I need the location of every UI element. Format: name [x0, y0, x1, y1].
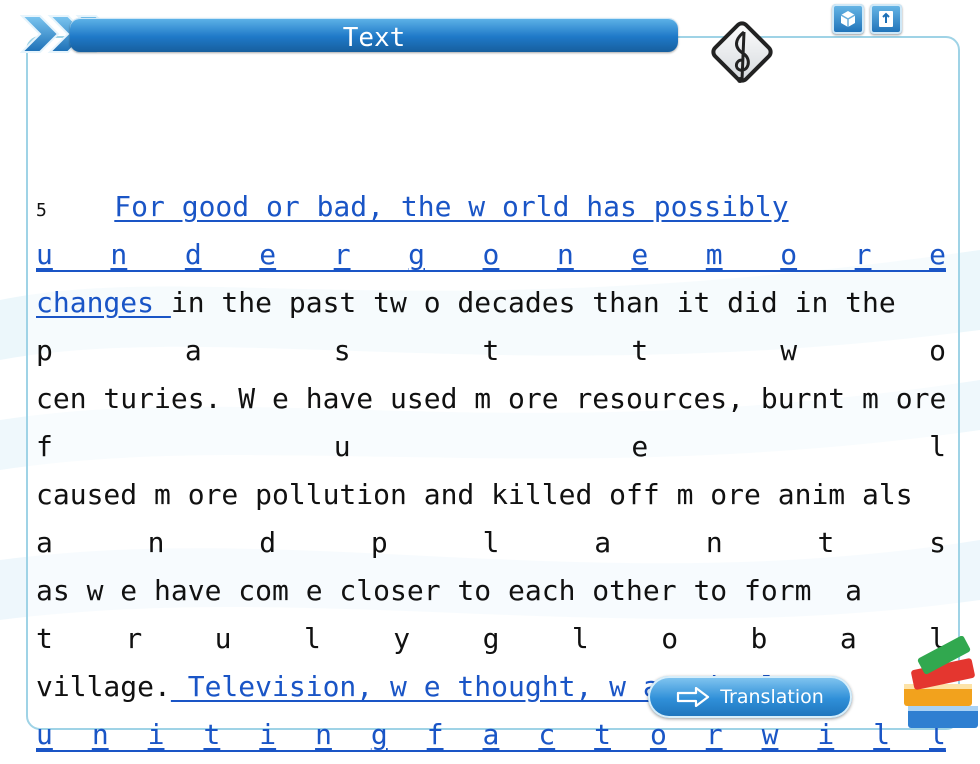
passage-line: fuel — [36, 428, 946, 476]
justified-letter: r — [125, 622, 143, 655]
justified-letter: o — [780, 238, 798, 271]
justified-letter: g — [370, 718, 388, 751]
justified-letter: e — [259, 238, 277, 271]
justified-letter: o — [649, 718, 667, 751]
justified-letter: n — [147, 526, 165, 559]
passage-line: cen turies. W e have used m ore resource… — [36, 380, 946, 428]
justified-letter: l — [571, 622, 589, 655]
justified-letter: w — [761, 718, 779, 751]
justified-letter: o — [661, 622, 679, 655]
justified-letter: d — [259, 526, 277, 559]
justified-letter: o — [482, 238, 500, 271]
passage-line: unitingfactorwill — [36, 716, 946, 764]
cube-icon[interactable] — [832, 4, 864, 34]
justified-letter: u — [36, 238, 53, 271]
justified-letter: s — [333, 334, 351, 367]
justified-letter: m — [705, 238, 723, 271]
justified-letter: s — [929, 526, 946, 559]
justified-letter: u — [214, 622, 232, 655]
top-toolbar — [832, 4, 902, 34]
justified-letter: t — [631, 334, 649, 367]
justified-letter: d — [184, 238, 202, 271]
passage-line: pasttwo — [36, 332, 946, 380]
justified-letter: f — [36, 430, 53, 463]
arrow-right-icon — [677, 687, 710, 707]
justified-letter: b — [750, 622, 768, 655]
justified-letter: y — [393, 622, 411, 655]
justified-letter: n — [556, 238, 574, 271]
text-segment: as w e have com e closer to each other t… — [36, 574, 863, 607]
text-segment: in the past tw o decades than it did in … — [170, 286, 896, 319]
justified-letter: p — [36, 334, 53, 367]
justified-letter: l — [873, 718, 891, 751]
justified-letter: g — [482, 622, 500, 655]
justified-letter: r — [854, 238, 872, 271]
justified-letter: u — [36, 718, 53, 751]
justified-letter: i — [259, 718, 277, 751]
justified-letter: e — [631, 238, 649, 271]
justified-letter: a — [482, 718, 500, 751]
justified-letter: a — [594, 526, 612, 559]
justified-letter: w — [780, 334, 798, 367]
text-segment: cen turies. W e have used m ore resource… — [36, 382, 947, 415]
justified-letter: f — [426, 718, 444, 751]
justified-letter: r — [333, 238, 351, 271]
text-segment: village. — [36, 670, 171, 703]
music-clef-icon[interactable] — [704, 14, 780, 98]
justified-letter: n — [110, 238, 128, 271]
justified-letter: n — [315, 718, 332, 751]
highlighted-phrase[interactable]: For good or bad, the w orld has possibly — [114, 190, 788, 223]
justified-letter: l — [303, 622, 321, 655]
justified-letter: i — [147, 718, 165, 751]
passage-line: undergonemore — [36, 236, 946, 284]
line-number: 5 — [36, 200, 47, 221]
justified-letter: e — [929, 238, 946, 271]
justified-letter: g — [408, 238, 425, 271]
justified-letter: l — [482, 526, 500, 559]
passage-line: andplants — [36, 524, 946, 572]
passage-line: 5 For good or bad, the w orld has possib… — [36, 188, 946, 236]
highlighted-phrase[interactable]: changes — [36, 286, 171, 319]
justified-letter: o — [929, 334, 946, 367]
justified-letter: a — [184, 334, 202, 367]
justified-letter: t — [482, 334, 500, 367]
text-segment: caused m ore pollution and killed off m … — [36, 478, 913, 511]
justified-letter: l — [929, 430, 946, 463]
justified-letter: i — [817, 718, 835, 751]
passage-line: caused m ore pollution and killed off m … — [36, 476, 946, 524]
passage-line: as w e have com e closer to each other t… — [36, 572, 946, 620]
passage-line: changes in the past tw o decades than it… — [36, 284, 946, 332]
justified-letter: t — [817, 526, 835, 559]
translation-button[interactable]: Translation — [648, 676, 852, 718]
justified-letter: e — [631, 430, 649, 463]
justified-letter: u — [333, 430, 351, 463]
justified-letter: n — [705, 526, 723, 559]
book-icon[interactable] — [870, 4, 902, 34]
justified-letter: t — [594, 718, 611, 751]
passage-line: trulyglobal — [36, 620, 946, 668]
justified-letter: t — [203, 718, 221, 751]
page-title: Text — [342, 23, 406, 53]
justified-letter: a — [36, 526, 53, 559]
translation-label: Translation — [720, 686, 824, 708]
justified-letter: c — [538, 718, 556, 751]
justified-letter: n — [91, 718, 109, 751]
stacked-books-icon — [904, 636, 978, 728]
justified-letter: t — [36, 622, 53, 655]
justified-letter: a — [839, 622, 857, 655]
justified-letter: r — [705, 718, 723, 751]
justified-letter: p — [370, 526, 388, 559]
